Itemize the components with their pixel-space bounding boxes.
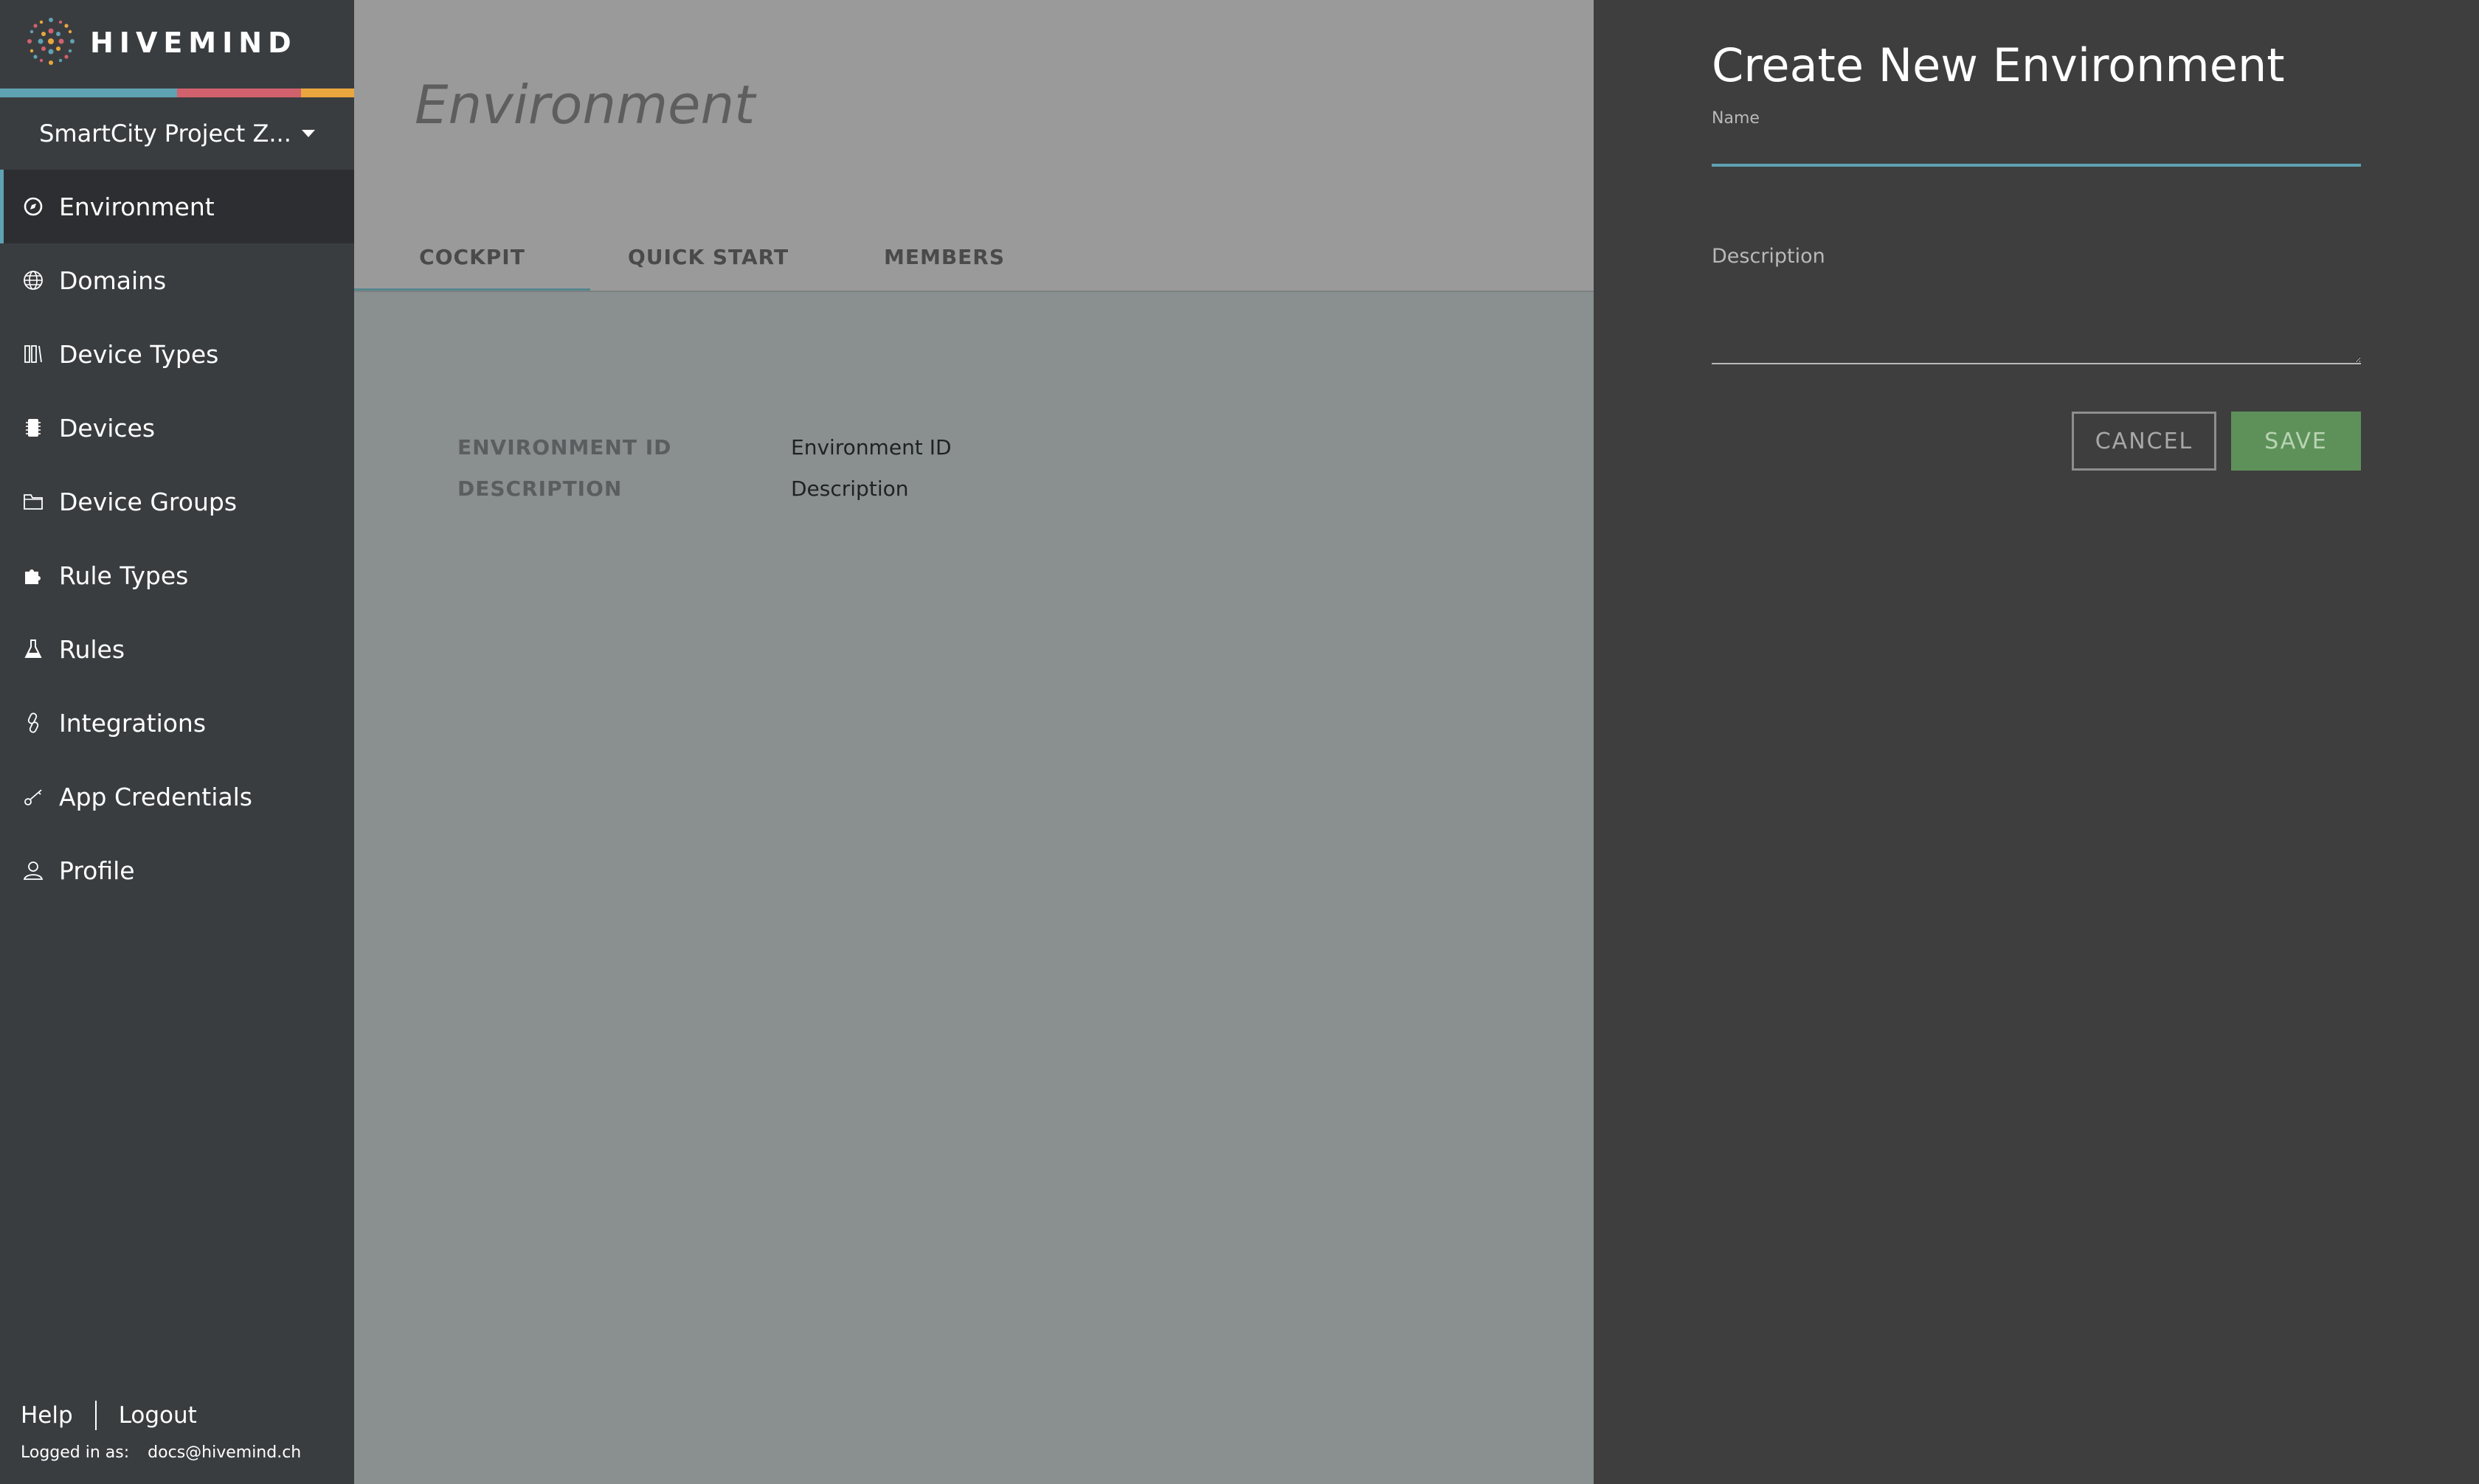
globe-icon: [21, 268, 46, 293]
puzzle-icon: [21, 563, 46, 588]
link-icon: [21, 710, 46, 735]
sidebar-item-profile[interactable]: Profile: [0, 833, 354, 907]
sidebar-item-device-groups[interactable]: Device Groups: [0, 465, 354, 538]
sidebar-item-rules[interactable]: Rules: [0, 612, 354, 686]
help-link[interactable]: Help: [21, 1402, 73, 1429]
detail-label-description: DESCRIPTION: [457, 476, 623, 501]
brand-stripe: [0, 89, 354, 97]
detail-row: DESCRIPTION Description: [457, 468, 952, 509]
chip-icon: [21, 415, 46, 440]
logged-in-label: Logged in as:: [21, 1443, 130, 1462]
sidebar-item-label: App Credentials: [59, 782, 253, 811]
logged-in-user: docs@hivemind.ch: [148, 1443, 302, 1462]
name-input[interactable]: [1712, 130, 2361, 167]
sidebar-item-label: Device Types: [59, 339, 219, 369]
sidebar-item-rule-types[interactable]: Rule Types: [0, 538, 354, 612]
sidebar-nav: Environment Domains Device Types Devices…: [0, 170, 354, 907]
detail-row: ENVIRONMENT ID Environment ID: [457, 426, 952, 468]
save-button[interactable]: SAVE: [2231, 412, 2361, 471]
sidebar-item-label: Rules: [59, 634, 125, 664]
environment-details: ENVIRONMENT ID Environment ID DESCRIPTIO…: [457, 426, 952, 509]
main-header: Environment COCKPIT QUICK START MEMBERS: [354, 0, 1594, 292]
sidebar-item-device-types[interactable]: Device Types: [0, 317, 354, 391]
sidebar-item-app-credentials[interactable]: App Credentials: [0, 760, 354, 833]
compass-icon: [21, 194, 46, 219]
description-field-label: Description: [1712, 245, 1825, 268]
sidebar-item-environment[interactable]: Environment: [0, 170, 354, 243]
logout-link[interactable]: Logout: [119, 1402, 197, 1429]
footer-divider: [94, 1401, 97, 1430]
detail-value-description: Description: [791, 476, 909, 501]
sidebar-item-devices[interactable]: Devices: [0, 391, 354, 465]
sidebar-item-label: Environment: [59, 192, 215, 221]
sidebar-item-label: Rule Types: [59, 561, 189, 590]
user-icon: [21, 858, 46, 883]
sidebar-item-integrations[interactable]: Integrations: [0, 686, 354, 760]
tab-divider: [354, 291, 1594, 292]
detail-value-environment-id: Environment ID: [791, 434, 952, 460]
panel-title: Create New Environment: [1712, 38, 2285, 92]
sidebar: HIVEMIND SmartCity Project Z... Environm…: [0, 0, 354, 1484]
create-environment-panel: Create New Environment Name Description …: [1594, 0, 2479, 1484]
detail-label-environment-id: ENVIRONMENT ID: [457, 434, 672, 460]
sidebar-item-label: Devices: [59, 413, 156, 443]
project-selector[interactable]: SmartCity Project Z...: [0, 97, 354, 170]
cancel-button[interactable]: CANCEL: [2072, 412, 2216, 471]
flask-icon: [21, 637, 46, 662]
hivemind-logo-icon: [21, 11, 81, 74]
page-title: Environment: [415, 74, 756, 136]
sidebar-footer: Help Logout Logged in as: docs@hivemind.…: [21, 1401, 301, 1462]
project-name: SmartCity Project Z...: [39, 119, 291, 148]
tab-cockpit[interactable]: COCKPIT: [354, 221, 590, 292]
sidebar-item-label: Domains: [59, 266, 167, 295]
sidebar-item-domains[interactable]: Domains: [0, 243, 354, 317]
sidebar-item-label: Profile: [59, 856, 135, 885]
tab-bar: COCKPIT QUICK START MEMBERS: [354, 221, 1062, 292]
main-content: Environment COCKPIT QUICK START MEMBERS …: [354, 0, 1594, 1484]
device-types-icon: [21, 341, 46, 367]
key-icon: [21, 784, 46, 809]
brand-name: HIVEMIND: [90, 27, 297, 59]
brand-logo[interactable]: HIVEMIND: [21, 13, 297, 72]
description-input[interactable]: [1712, 279, 2361, 364]
sidebar-item-label: Integrations: [59, 708, 207, 738]
chevron-down-icon: [301, 130, 315, 137]
sidebar-item-label: Device Groups: [59, 487, 238, 516]
tab-quick-start[interactable]: QUICK START: [590, 221, 826, 292]
name-field-label: Name: [1712, 109, 1760, 128]
tab-members[interactable]: MEMBERS: [826, 221, 1062, 292]
folder-icon: [21, 489, 46, 514]
logged-in-info: Logged in as: docs@hivemind.ch: [21, 1443, 301, 1462]
